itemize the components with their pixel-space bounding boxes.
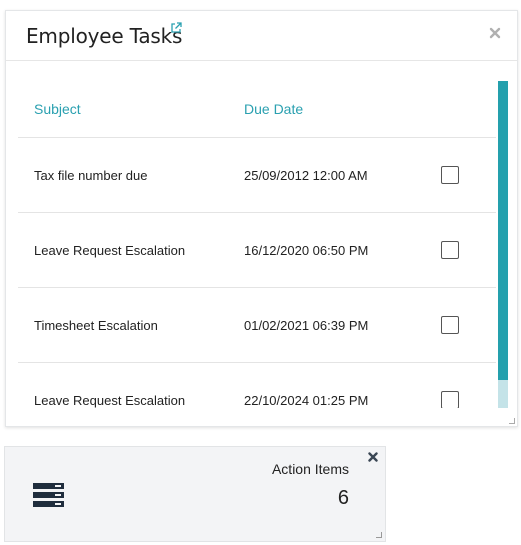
scrollbar-thumb[interactable] [498,81,508,380]
task-due-date: 16/12/2020 06:50 PM [244,243,369,258]
close-icon[interactable] [489,27,501,39]
scrollbar-track[interactable] [498,81,508,408]
widget-header: Employee Tasks [6,11,517,61]
task-subject: Leave Request Escalation [34,393,186,408]
action-items-label: Action Items [271,461,349,477]
tasks-table: Subject Due Date Tax file number due 25/… [18,81,496,408]
close-icon[interactable] [368,452,378,462]
action-items-count: 6 [337,487,349,509]
task-checkbox[interactable] [441,316,459,334]
column-header-subject[interactable]: Subject [34,101,81,117]
employee-tasks-widget: Employee Tasks Subject Due Date Tax file… [5,10,518,427]
table-row[interactable]: Leave Request Escalation 22/10/2024 01:2… [18,363,496,408]
resize-handle[interactable] [376,532,382,538]
table-row[interactable]: Tax file number due 25/09/2012 12:00 AM [18,138,496,213]
task-due-date: 22/10/2024 01:25 PM [244,393,369,408]
column-header-due-date[interactable]: Due Date [244,101,303,117]
task-subject: Timesheet Escalation [34,318,158,333]
list-icon [33,483,64,507]
task-subject: Leave Request Escalation [34,243,186,258]
task-checkbox[interactable] [441,241,459,259]
table-row[interactable]: Timesheet Escalation 01/02/2021 06:39 PM [18,288,496,363]
task-subject: Tax file number due [34,168,148,183]
widget-title: Employee Tasks [26,24,183,48]
external-link-icon[interactable] [170,22,182,34]
task-checkbox[interactable] [441,166,459,184]
resize-handle[interactable] [509,418,515,424]
action-items-widget[interactable]: Action Items 6 [4,446,386,542]
task-checkbox[interactable] [441,391,459,408]
task-due-date: 25/09/2012 12:00 AM [244,168,368,183]
task-due-date: 01/02/2021 06:39 PM [244,318,369,333]
table-row[interactable]: Leave Request Escalation 16/12/2020 06:5… [18,213,496,288]
